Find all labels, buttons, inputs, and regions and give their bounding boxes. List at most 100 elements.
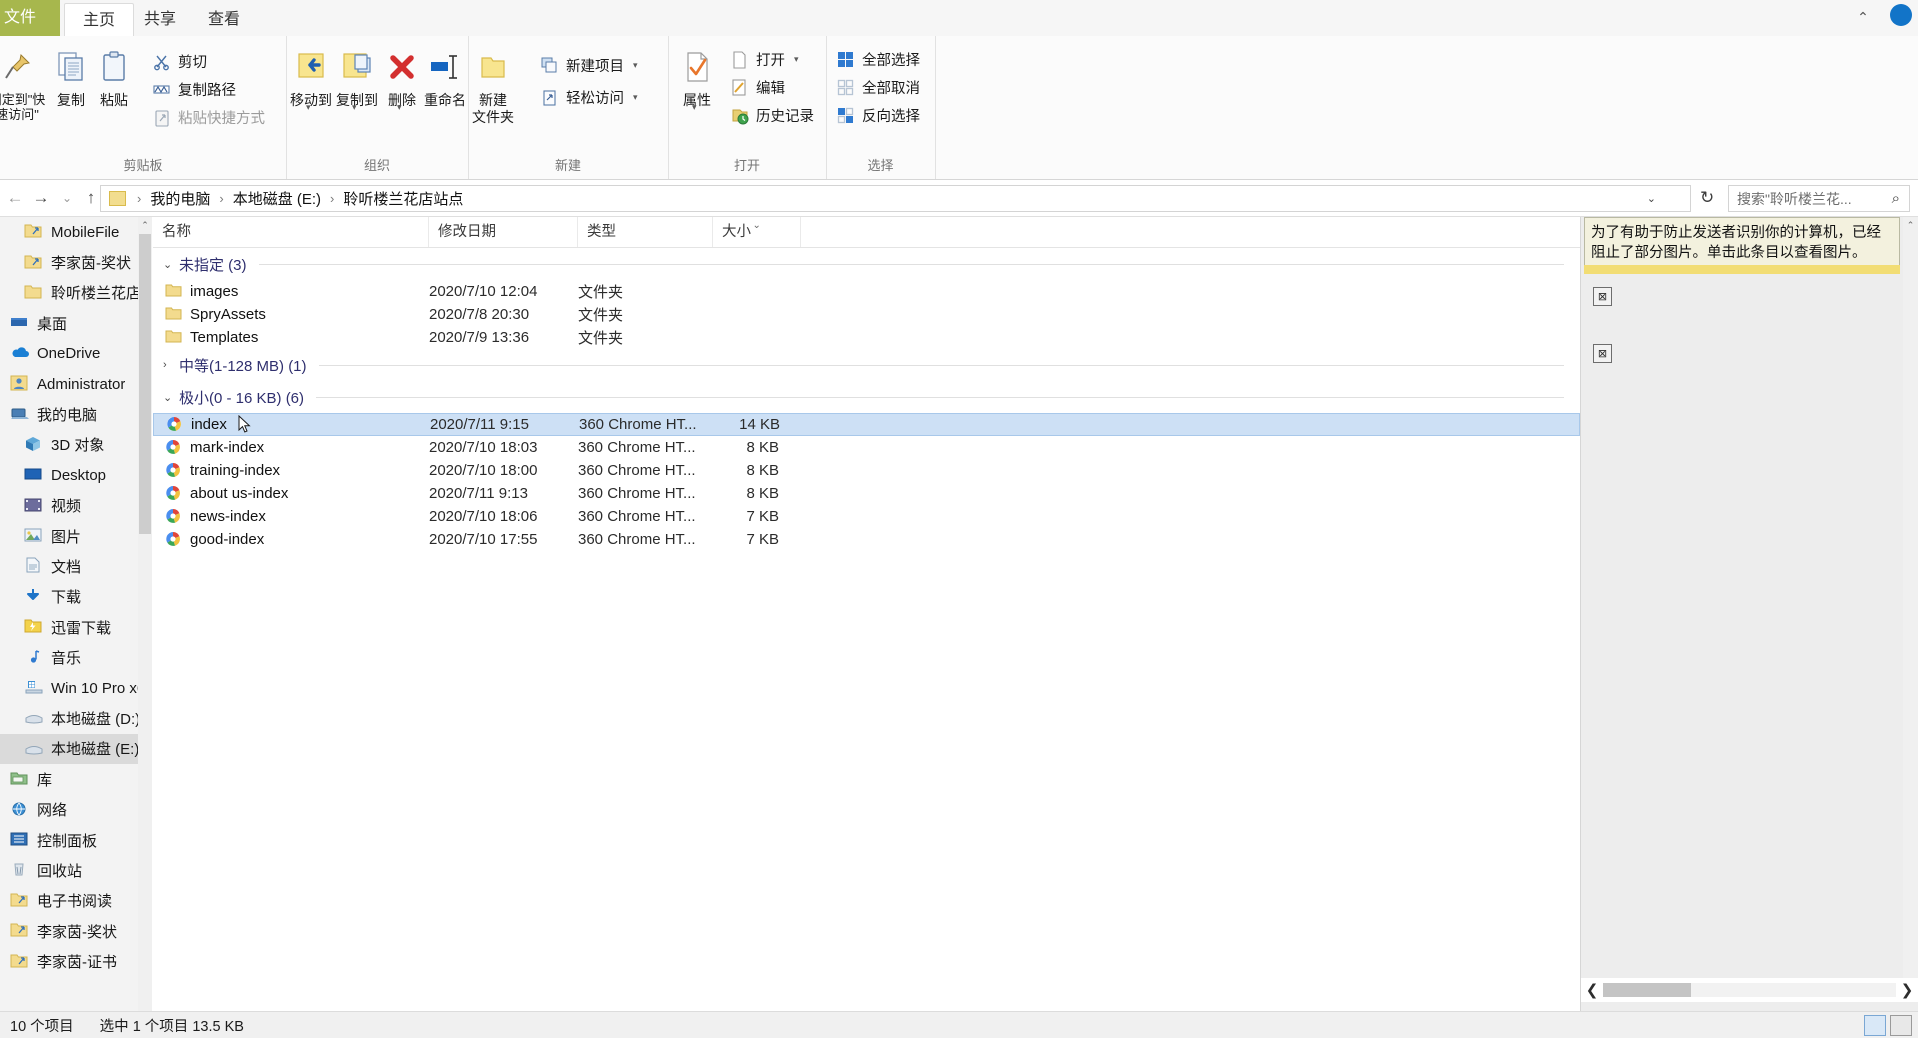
table-row[interactable]: SpryAssets 2020/7/8 20:30 文件夹 — [153, 303, 1580, 326]
scroll-up-icon[interactable]: ⌃ — [138, 217, 152, 234]
refresh-button[interactable]: ↻ — [1700, 188, 1714, 208]
paste-button[interactable]: 粘贴 — [83, 44, 145, 109]
back-button[interactable]: ← — [4, 187, 26, 209]
forward-button[interactable]: → — [30, 187, 52, 209]
table-row[interactable]: good-index 2020/7/10 17:55 360 Chrome HT..… — [153, 528, 1580, 551]
table-row[interactable]: about us-index 2020/7/11 9:13 360 Chrome H… — [153, 482, 1580, 505]
invert-selection-button[interactable]: 反向选择 — [836, 102, 920, 128]
breadcrumb-dropdown-icon[interactable]: ⌄ — [1647, 192, 1656, 205]
hscrollbar-track[interactable] — [1603, 983, 1896, 997]
sidebar-item-6[interactable]: Administrator — [0, 369, 152, 399]
sidebar-item-2[interactable]: 李家茵-奖状 — [0, 247, 152, 277]
cut-button[interactable]: 剪切 — [152, 48, 207, 74]
preview-horizontal-scrollbar[interactable]: ❮ ❯ — [1581, 978, 1918, 1002]
tab-home[interactable]: 主页 — [64, 3, 135, 37]
sidebar-item-14[interactable]: 迅雷下载 — [0, 612, 152, 642]
file-name-cell[interactable]: Templates — [165, 329, 258, 346]
tab-file[interactable]: 文件 — [0, 0, 60, 36]
file-group-header[interactable]: ⌄ 极小(0 - 16 KB) (6) — [153, 381, 1580, 413]
properties-button[interactable]: 属性 ▾ — [666, 44, 728, 112]
select-none-button[interactable]: 全部取消 — [836, 74, 920, 100]
sidebar-item-24[interactable]: 李家茵-奖状 — [0, 916, 152, 946]
breadcrumb-item-2[interactable]: 聆听楼兰花店站点 — [341, 188, 465, 209]
sidebar-item-15[interactable]: 音乐 — [0, 642, 152, 672]
file-group-header[interactable]: › 中等(1-128 MB) (1) — [153, 349, 1580, 381]
file-name-cell[interactable]: images — [165, 283, 238, 300]
move-to-caret-icon[interactable]: ▾ — [306, 102, 311, 113]
scrollbar-thumb[interactable] — [139, 234, 151, 534]
hscrollbar-thumb[interactable] — [1603, 983, 1691, 997]
help-button[interactable] — [1890, 4, 1912, 26]
preview-vertical-scrollbar[interactable]: ⌃ — [1903, 217, 1918, 1002]
large-icons-view-button[interactable] — [1890, 1015, 1912, 1036]
column-header-1[interactable]: 名称 — [153, 217, 429, 247]
file-name-cell[interactable]: mark-index — [165, 439, 264, 456]
breadcrumb-item-0[interactable]: 我的电脑 — [148, 188, 212, 209]
file-name-cell[interactable]: about us-index — [165, 485, 288, 502]
breadcrumb[interactable]: › 我的电脑 › 本地磁盘 (E:) › 聆听楼兰花店站点 ⌄ — [100, 185, 1691, 212]
navigation-pane-scrollbar[interactable]: ⌃ ⌄ — [138, 217, 152, 1020]
copy-to-caret-icon[interactable]: ▾ — [352, 102, 357, 113]
file-group-header[interactable]: ⌄ 未指定 (3) — [153, 248, 1580, 280]
navigation-pane[interactable]: MobileFile李家茵-奖状聆听楼兰花店站点桌面OneDriveAdmini… — [0, 217, 152, 1020]
file-name-cell[interactable]: training-index — [165, 462, 280, 479]
group-expand-chevron-icon[interactable]: ⌄ — [163, 391, 179, 404]
open-button[interactable]: 打开 ▾ — [730, 46, 799, 72]
sidebar-item-11[interactable]: 图片 — [0, 521, 152, 551]
sidebar-item-7[interactable]: 我的电脑 — [0, 399, 152, 429]
properties-caret-icon[interactable]: ▾ — [692, 102, 697, 113]
sidebar-item-17[interactable]: 本地磁盘 (D:) — [0, 703, 152, 733]
file-name-cell[interactable]: good-index — [165, 531, 264, 548]
table-row[interactable]: mark-index 2020/7/10 18:03 360 Chrome HT..… — [153, 436, 1580, 459]
sidebar-item-12[interactable]: 文档 — [0, 551, 152, 581]
easy-access-button[interactable]: 轻松访问 ▾ — [540, 84, 638, 110]
new-item-caret-icon[interactable]: ▾ — [633, 60, 638, 71]
file-name-cell[interactable]: news-index — [165, 508, 266, 525]
scroll-left-icon[interactable]: ❮ — [1581, 981, 1603, 999]
ribbon-collapse-chevron-icon[interactable]: ⌃ — [1852, 6, 1874, 28]
edit-button[interactable]: 编辑 — [730, 74, 785, 100]
sidebar-item-25[interactable]: 李家茵-证书 — [0, 946, 152, 976]
sidebar-item-13[interactable]: 下载 — [0, 582, 152, 612]
search-input[interactable]: 搜索"聆听楼兰花... — [1729, 189, 1892, 209]
up-one-level-button[interactable]: ↑ — [80, 187, 102, 209]
sidebar-item-4[interactable]: 桌面 — [0, 308, 152, 338]
sidebar-item-20[interactable]: 网络 — [0, 794, 152, 824]
sidebar-item-5[interactable]: OneDrive — [0, 339, 152, 369]
recent-locations-button[interactable]: ⌄ — [56, 187, 78, 209]
sidebar-item-10[interactable]: 视频 — [0, 491, 152, 521]
tab-view[interactable]: 查看 — [190, 3, 258, 36]
sidebar-item-21[interactable]: 控制面板 — [0, 825, 152, 855]
sidebar-item-16[interactable]: Win 10 Pro x64 — [0, 673, 152, 703]
column-header-3[interactable]: 类型 — [578, 217, 713, 247]
select-all-button[interactable]: 全部选择 — [836, 46, 920, 72]
copy-path-button[interactable]: 复制路径 — [152, 76, 236, 102]
paste-shortcut-button[interactable]: 粘贴快捷方式 — [152, 104, 265, 130]
sidebar-item-3[interactable]: 聆听楼兰花店站点 — [0, 278, 152, 308]
file-name-cell[interactable]: SpryAssets — [165, 306, 266, 323]
group-expand-chevron-icon[interactable]: ⌄ — [163, 258, 179, 271]
new-item-button[interactable]: 新建项目 ▾ — [540, 52, 638, 78]
blocked-images-warning[interactable]: 为了有助于防止发送者识别你的计算机，已经阻止了部分图片。单击此条目以查看图片。 — [1584, 217, 1900, 269]
sidebar-item-19[interactable]: 库 — [0, 764, 152, 794]
scroll-up-icon[interactable]: ⌃ — [1903, 217, 1918, 233]
group-expand-chevron-icon[interactable]: › — [163, 359, 179, 371]
table-row[interactable]: images 2020/7/10 12:04 文件夹 — [153, 280, 1580, 303]
sidebar-item-8[interactable]: 3D 对象 — [0, 430, 152, 460]
delete-caret-icon[interactable]: ▾ — [397, 102, 402, 113]
breadcrumb-item-1[interactable]: 本地磁盘 (E:) — [231, 188, 323, 209]
search-box[interactable]: 搜索"聆听楼兰花... ⌕ — [1728, 185, 1910, 212]
file-name-cell[interactable]: index — [166, 416, 227, 433]
tab-share[interactable]: 共享 — [126, 3, 194, 36]
sidebar-item-23[interactable]: 电子书阅读 — [0, 886, 152, 916]
history-button[interactable]: 历史记录 — [730, 102, 814, 128]
table-row[interactable]: news-index 2020/7/10 18:06 360 Chrome HT..… — [153, 505, 1580, 528]
file-list-body[interactable]: ⌄ 未指定 (3) images 2020/7/10 12:04 文件夹 SpryAsse… — [153, 248, 1580, 551]
sidebar-item-9[interactable]: Desktop — [0, 460, 152, 490]
column-header-4[interactable]: 大小 ⌄ — [713, 217, 801, 247]
column-header-2[interactable]: 修改日期 — [429, 217, 578, 247]
table-row[interactable]: Templates 2020/7/9 13:36 文件夹 — [153, 326, 1580, 349]
easy-access-caret-icon[interactable]: ▾ — [633, 92, 638, 103]
details-view-button[interactable] — [1864, 1015, 1886, 1036]
table-row[interactable]: training-index 2020/7/10 18:00 360 Chrome … — [153, 459, 1580, 482]
